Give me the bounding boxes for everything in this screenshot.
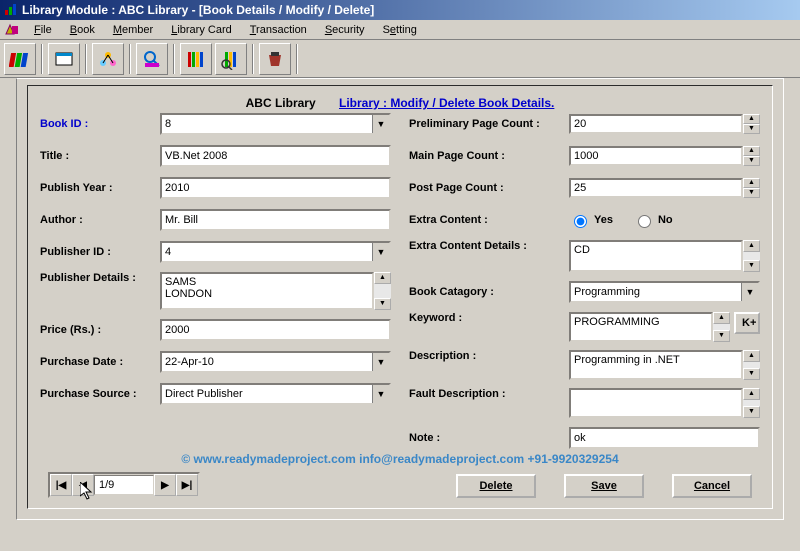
label-purchase-date: Purchase Date : bbox=[40, 356, 160, 368]
title-input[interactable] bbox=[160, 145, 391, 167]
label-keyword: Keyword : bbox=[409, 312, 569, 324]
label-main-page: Main Page Count : bbox=[409, 150, 569, 162]
record-navigator: |◀ ◀ ▶ ▶| bbox=[48, 472, 200, 498]
label-post-page: Post Page Count : bbox=[409, 182, 569, 194]
label-book-id: Book ID : bbox=[40, 118, 160, 130]
nav-first-button[interactable]: |◀ bbox=[50, 474, 72, 496]
label-extra-details: Extra Content Details : bbox=[409, 240, 569, 252]
save-button[interactable]: Save bbox=[564, 474, 644, 498]
purchase-date-combo[interactable]: ▼ bbox=[160, 351, 391, 373]
menu-bar: File Book Member Library Card Transactio… bbox=[0, 20, 800, 40]
label-purchase-source: Purchase Source : bbox=[40, 388, 160, 400]
label-author: Author : bbox=[40, 214, 160, 226]
extra-details-textarea[interactable] bbox=[569, 240, 743, 272]
action-buttons: Delete Save Cancel bbox=[456, 474, 752, 498]
publisher-id-combo[interactable]: ▼ bbox=[160, 241, 391, 263]
label-publisher-details: Publisher Details : bbox=[40, 272, 160, 284]
menu-file[interactable]: File bbox=[26, 22, 60, 38]
purchase-source-combo[interactable]: ▼ bbox=[160, 383, 391, 405]
left-column: Book ID : ▼ Title : Publish Year : Autho… bbox=[40, 112, 391, 458]
label-extra-content: Extra Content : bbox=[409, 214, 569, 226]
category-combo[interactable]: ▼ bbox=[569, 281, 760, 303]
toolbar-btn-2[interactable] bbox=[48, 43, 80, 75]
panel-header: ABC Library Library : Modify / Delete Bo… bbox=[34, 92, 766, 112]
toolbar-btn-7[interactable] bbox=[259, 43, 291, 75]
label-note: Note : bbox=[409, 432, 569, 444]
label-title: Title : bbox=[40, 150, 160, 162]
keyword-textarea[interactable] bbox=[569, 312, 713, 342]
radio-no[interactable]: No bbox=[633, 212, 673, 228]
publish-year-input[interactable] bbox=[160, 177, 391, 199]
menu-security[interactable]: Security bbox=[317, 22, 373, 38]
toolbar-btn-5[interactable] bbox=[180, 43, 212, 75]
chevron-down-icon: ▼ bbox=[741, 283, 758, 301]
menu-transaction[interactable]: Transaction bbox=[242, 22, 315, 38]
scrollbar[interactable]: ▲▼ bbox=[713, 312, 730, 342]
toolbar-btn-1[interactable] bbox=[4, 43, 36, 75]
label-publish-year: Publish Year : bbox=[40, 182, 160, 194]
menu-member[interactable]: Member bbox=[105, 22, 161, 38]
panel-link[interactable]: Library : Modify / Delete Book Details. bbox=[339, 96, 554, 110]
menu-book[interactable]: Book bbox=[62, 22, 103, 38]
book-id-combo[interactable]: ▼ bbox=[160, 113, 391, 135]
note-input[interactable] bbox=[569, 427, 760, 449]
cancel-button[interactable]: Cancel bbox=[672, 474, 752, 498]
delete-button[interactable]: Delete bbox=[456, 474, 536, 498]
window-title: Library Module : ABC Library - [Book Det… bbox=[22, 3, 374, 17]
scrollbar[interactable]: ▲▼ bbox=[743, 240, 760, 272]
label-category: Book Catagory : bbox=[409, 286, 569, 298]
chevron-down-icon[interactable]: ▼ bbox=[372, 115, 389, 133]
nav-next-button[interactable]: ▶ bbox=[154, 474, 176, 496]
chevron-down-icon[interactable]: ▼ bbox=[372, 353, 389, 371]
form-panel: ABC Library Library : Modify / Delete Bo… bbox=[16, 78, 784, 520]
price-input[interactable] bbox=[160, 319, 391, 341]
kplus-button[interactable]: K+ bbox=[734, 312, 760, 334]
title-bar: Library Module : ABC Library - [Book Det… bbox=[0, 0, 800, 20]
scrollbar[interactable]: ▲▼ bbox=[743, 388, 760, 418]
label-fault: Fault Description : bbox=[409, 388, 569, 400]
toolbar-btn-6[interactable] bbox=[215, 43, 247, 75]
post-page-spinner[interactable]: ▲▼ bbox=[569, 178, 760, 198]
nav-position-input[interactable] bbox=[94, 475, 154, 495]
prelim-page-spinner[interactable]: ▲▼ bbox=[569, 114, 760, 134]
toolbar bbox=[0, 40, 800, 78]
radio-yes[interactable]: Yes bbox=[569, 212, 613, 228]
description-textarea[interactable] bbox=[569, 350, 743, 380]
chevron-down-icon[interactable]: ▼ bbox=[372, 243, 389, 261]
scrollbar[interactable]: ▲▼ bbox=[374, 272, 391, 310]
label-publisher-id: Publisher ID : bbox=[40, 246, 160, 258]
author-input[interactable] bbox=[160, 209, 391, 231]
toolbar-btn-3[interactable] bbox=[92, 43, 124, 75]
label-price: Price (Rs.) : bbox=[40, 324, 160, 336]
nav-last-button[interactable]: ▶| bbox=[176, 474, 198, 496]
publisher-details-textarea[interactable] bbox=[160, 272, 374, 310]
main-page-spinner[interactable]: ▲▼ bbox=[569, 146, 760, 166]
label-prelim-page: Preliminary Page Count : bbox=[409, 118, 569, 130]
library-name: ABC Library bbox=[246, 96, 316, 110]
fault-textarea[interactable] bbox=[569, 388, 743, 418]
right-column: Preliminary Page Count : ▲▼ Main Page Co… bbox=[409, 112, 760, 458]
app-menu-icon bbox=[4, 22, 20, 38]
label-description: Description : bbox=[409, 350, 569, 362]
spin-up-icon: ▲ bbox=[743, 114, 760, 124]
nav-prev-button[interactable]: ◀ bbox=[72, 474, 94, 496]
spin-down-icon: ▼ bbox=[743, 124, 760, 134]
scrollbar[interactable]: ▲▼ bbox=[743, 350, 760, 380]
menu-library-card[interactable]: Library Card bbox=[163, 22, 240, 38]
chevron-down-icon[interactable]: ▼ bbox=[372, 385, 389, 403]
toolbar-btn-4[interactable] bbox=[136, 43, 168, 75]
app-title-icon bbox=[4, 2, 18, 19]
menu-setting[interactable]: Setting bbox=[375, 22, 425, 38]
